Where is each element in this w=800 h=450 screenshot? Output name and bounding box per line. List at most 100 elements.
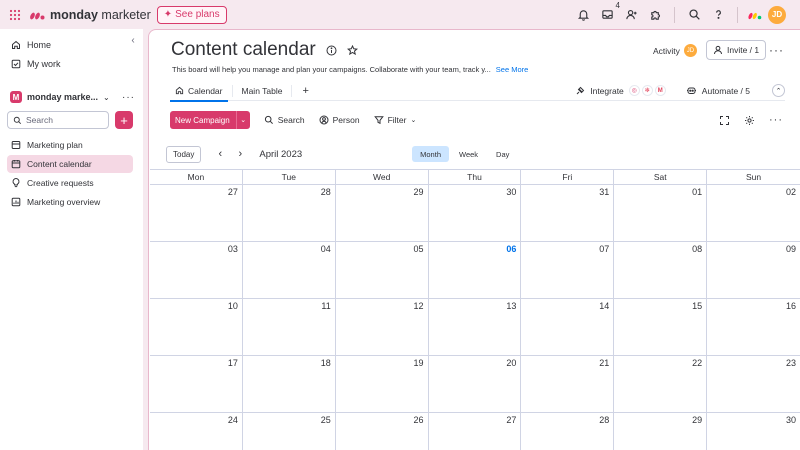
monday-mini-logo-icon[interactable] <box>748 10 762 20</box>
calendar-day-cell[interactable]: 07 <box>521 242 615 299</box>
calendar-day-cell[interactable]: 27 <box>429 413 522 450</box>
calendar-day-cell[interactable]: 08 <box>614 242 708 299</box>
tab-calendar[interactable]: Calendar <box>170 81 228 102</box>
calendar-day-cell[interactable]: 17 <box>150 356 243 413</box>
add-board-button[interactable]: + <box>115 111 133 129</box>
search-button[interactable]: Search <box>264 115 305 125</box>
sidebar-item-label: Content calendar <box>27 159 92 169</box>
day-number: 18 <box>320 358 331 368</box>
calendar-day-cell[interactable]: 29 <box>335 185 429 242</box>
view-day-button[interactable]: Day <box>488 146 517 162</box>
inbox-icon[interactable]: 4 <box>598 1 620 24</box>
weekday-header: Wed <box>336 170 429 185</box>
app-switcher-icon[interactable] <box>0 0 30 29</box>
calendar-day-cell[interactable]: 11 <box>242 299 336 356</box>
previous-month-chevron-left-icon[interactable]: ‹ <box>213 147 227 161</box>
calendar-day-cell[interactable]: 02 <box>707 185 800 242</box>
invite-members-icon[interactable] <box>622 6 640 24</box>
view-week-button[interactable]: Week <box>451 146 486 162</box>
calendar-day-cell[interactable]: 28 <box>521 413 615 450</box>
calendar-day-cell[interactable]: 10 <box>150 299 243 356</box>
sidebar-item-my-work[interactable]: My work <box>7 55 133 73</box>
integrate-button[interactable]: Integrate ◎ ✻ M <box>575 85 666 96</box>
activity-avatar: JD <box>683 44 697 57</box>
user-avatar[interactable]: JD <box>768 5 786 24</box>
notifications-bell-icon[interactable] <box>574 6 592 24</box>
new-campaign-button[interactable]: New Campaign ⌄ <box>170 111 250 129</box>
expand-fullscreen-icon[interactable] <box>719 115 730 126</box>
calendar-day-cell[interactable]: 28 <box>242 185 336 242</box>
today-button[interactable]: Today <box>166 145 202 163</box>
day-number: 27 <box>227 187 238 197</box>
star-icon[interactable] <box>346 44 358 56</box>
see-plans-label: See plans <box>175 9 220 20</box>
sidebar-item-content-calendar[interactable]: Content calendar <box>7 155 133 173</box>
calendar-day-cell[interactable]: 16 <box>707 299 800 356</box>
activity-button[interactable]: Activity JD <box>653 44 697 57</box>
settings-gear-icon[interactable] <box>744 115 755 126</box>
calendar-day-cell[interactable]: 31 <box>521 185 615 242</box>
day-number: 29 <box>413 187 424 197</box>
calendar-day-cell[interactable]: 13 <box>428 299 522 356</box>
day-number: 13 <box>506 301 517 311</box>
sidebar-search-field[interactable] <box>7 111 109 129</box>
invite-button[interactable]: Invite / 1 <box>706 40 767 60</box>
day-number: 23 <box>785 358 796 368</box>
calendar-day-cell[interactable]: 30 <box>428 185 522 242</box>
calendar-day-cell[interactable]: 14 <box>521 299 615 356</box>
calendar-day-cell[interactable]: 27 <box>150 185 243 242</box>
calendar-day-cell[interactable]: 24 <box>150 413 243 450</box>
calendar-day-cell[interactable]: 03 <box>150 242 243 299</box>
board-more-icon[interactable]: ··· <box>769 43 784 57</box>
person-filter-button[interactable]: Person <box>319 115 360 125</box>
sidebar-item-creative-requests[interactable]: Creative requests <box>7 174 133 192</box>
calendar-day-cell[interactable]: 19 <box>335 356 429 413</box>
calendar-day-cell[interactable]: 09 <box>707 242 800 299</box>
calendar-day-cell[interactable]: 30 <box>707 413 800 450</box>
calendar-day-cell[interactable]: 20 <box>428 356 522 413</box>
sidebar-item-marketing-plan[interactable]: Marketing plan <box>7 136 133 154</box>
calendar-day-cell[interactable]: 04 <box>242 242 336 299</box>
weekday-header: Tue <box>243 170 336 185</box>
sidebar-item-marketing-overview[interactable]: Marketing overview <box>7 193 133 211</box>
see-more-link[interactable]: See More <box>496 65 529 74</box>
search-icon[interactable] <box>685 6 703 24</box>
apps-puzzle-icon[interactable] <box>646 6 664 24</box>
tab-label: Main Table <box>241 85 283 96</box>
calendar-day-cell[interactable]: 01 <box>614 185 708 242</box>
calendar-day-cell[interactable]: 21 <box>521 356 615 413</box>
sidebar-search-input[interactable] <box>26 115 106 125</box>
calendar-day-cell[interactable]: 26 <box>336 413 429 450</box>
help-icon[interactable] <box>709 6 727 24</box>
calendar-day-cell[interactable]: 15 <box>614 299 708 356</box>
day-number: 22 <box>692 358 703 368</box>
automate-button[interactable]: Automate / 5 <box>686 85 750 96</box>
calendar-day-cell[interactable]: 05 <box>335 242 429 299</box>
chevron-down-icon[interactable]: ⌄ <box>235 111 250 129</box>
filter-button[interactable]: Filter ⌄ <box>373 115 416 125</box>
see-plans-button[interactable]: ✦ See plans <box>156 5 227 24</box>
page-title[interactable]: Content calendar <box>171 39 316 61</box>
view-month-button[interactable]: Month <box>412 146 449 162</box>
toolbar-more-icon[interactable]: ··· <box>769 114 783 126</box>
calendar-day-cell[interactable]: 06 <box>428 242 522 299</box>
collapse-header-chevron-up-icon[interactable]: ⌃ <box>772 84 785 97</box>
calendar-navigation: Today ‹ › April 2023 Month Week Day <box>166 145 781 163</box>
add-view-button[interactable]: + <box>296 85 314 97</box>
calendar-day-cell[interactable]: 25 <box>243 413 336 450</box>
day-number: 02 <box>785 187 796 197</box>
workspace-more-icon[interactable]: ··· <box>122 92 135 103</box>
tab-main-table[interactable]: Main Table <box>237 81 288 101</box>
description-text: This board will help you manage and plan… <box>172 65 491 74</box>
brand[interactable]: monday marketer <box>30 8 151 22</box>
calendar-day-cell[interactable]: 12 <box>335 299 429 356</box>
info-icon[interactable] <box>326 45 337 56</box>
weekday-header: Sun <box>746 172 762 182</box>
calendar-day-cell[interactable]: 18 <box>242 356 336 413</box>
next-month-chevron-right-icon[interactable]: › <box>233 147 247 161</box>
calendar-day-cell[interactable]: 23 <box>707 356 800 413</box>
sidebar-item-home[interactable]: Home <box>7 36 133 54</box>
calendar-day-cell[interactable]: 22 <box>614 356 708 413</box>
calendar-day-cell[interactable]: 29 <box>614 413 708 450</box>
workspace-selector[interactable]: M monday marke... ⌄ ··· <box>10 90 135 104</box>
